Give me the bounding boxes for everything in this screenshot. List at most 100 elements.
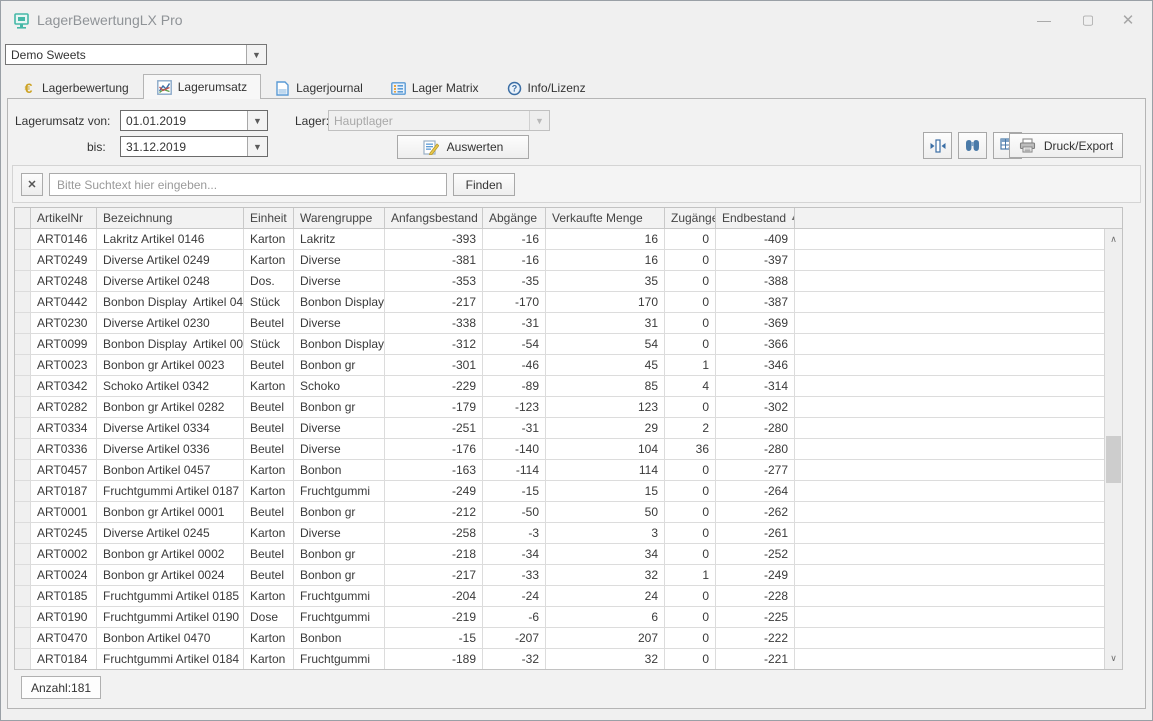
cell-einheit[interactable]: Karton [244,250,294,270]
cell-verkaufte-menge[interactable]: 32 [546,565,665,585]
cell-warengruppe[interactable]: Bonbon Display [294,334,385,354]
table-row[interactable]: ART0342Schoko Artikel 0342KartonSchoko-2… [15,376,1122,397]
cell-zugaenge[interactable]: 36 [665,439,716,459]
cell-zugaenge[interactable]: 1 [665,355,716,375]
date-from-field[interactable]: 01.01.2019 ▼ [120,110,268,131]
cell-anfangsbestand[interactable]: -381 [385,250,483,270]
row-selector[interactable] [15,586,31,606]
cell-einheit[interactable]: Karton [244,229,294,249]
cell-bezeichnung[interactable]: Lakritz Artikel 0146 [97,229,244,249]
cell-warengruppe[interactable]: Diverse [294,250,385,270]
cell-warengruppe[interactable]: Bonbon gr [294,397,385,417]
cell-anfangsbestand[interactable]: -218 [385,544,483,564]
row-selector[interactable] [15,649,31,669]
row-selector[interactable] [15,250,31,270]
cell-bezeichnung[interactable]: Bonbon gr Artikel 0023 [97,355,244,375]
cell-endbestand[interactable]: -388 [716,271,795,291]
cell-anfangsbestand[interactable]: -15 [385,628,483,648]
cell-endbestand[interactable]: -409 [716,229,795,249]
cell-verkaufte-menge[interactable]: 35 [546,271,665,291]
cell-verkaufte-menge[interactable]: 45 [546,355,665,375]
tab-lager-matrix[interactable]: Lager Matrix [377,76,493,99]
cell-einheit[interactable]: Dos. [244,271,294,291]
cell-warengruppe[interactable]: Bonbon Display [294,292,385,312]
table-row[interactable]: ART0185Fruchtgummi Artikel 0185KartonFru… [15,586,1122,607]
cell-endbestand[interactable]: -262 [716,502,795,522]
cell-anfangsbestand[interactable]: -176 [385,439,483,459]
cell-artikelnr[interactable]: ART0001 [31,502,97,522]
close-button[interactable]: ✕ [1106,1,1150,39]
cell-zugaenge[interactable]: 0 [665,334,716,354]
cell-einheit[interactable]: Stück [244,334,294,354]
cell-artikelnr[interactable]: ART0470 [31,628,97,648]
cell-abgaenge[interactable]: -50 [483,502,546,522]
cell-anfangsbestand[interactable]: -312 [385,334,483,354]
cell-zugaenge[interactable]: 0 [665,607,716,627]
cell-endbestand[interactable]: -314 [716,376,795,396]
row-selector[interactable] [15,439,31,459]
cell-bezeichnung[interactable]: Bonbon gr Artikel 0002 [97,544,244,564]
minimize-button[interactable]: — [1022,1,1066,39]
cell-endbestand[interactable]: -225 [716,607,795,627]
cell-abgaenge[interactable]: -16 [483,250,546,270]
cell-einheit[interactable]: Beutel [244,544,294,564]
mandant-select[interactable]: Demo Sweets ▼ [5,44,267,65]
cell-zugaenge[interactable]: 0 [665,523,716,543]
cell-einheit[interactable]: Beutel [244,565,294,585]
table-row[interactable]: ART0187Fruchtgummi Artikel 0187KartonFru… [15,481,1122,502]
cell-warengruppe[interactable]: Fruchtgummi [294,481,385,501]
finden-button[interactable]: Finden [453,173,515,196]
table-row[interactable]: ART0248Diverse Artikel 0248Dos.Diverse-3… [15,271,1122,292]
row-selector[interactable] [15,397,31,417]
cell-abgaenge[interactable]: -15 [483,481,546,501]
cell-abgaenge[interactable]: -35 [483,271,546,291]
column-header-zugaenge[interactable]: Zugänge [665,208,716,228]
cell-verkaufte-menge[interactable]: 16 [546,229,665,249]
cell-zugaenge[interactable]: 0 [665,292,716,312]
cell-bezeichnung[interactable]: Diverse Artikel 0249 [97,250,244,270]
cell-abgaenge[interactable]: -207 [483,628,546,648]
cell-einheit[interactable]: Beutel [244,397,294,417]
cell-warengruppe[interactable]: Diverse [294,523,385,543]
cell-einheit[interactable]: Karton [244,649,294,669]
cell-artikelnr[interactable]: ART0457 [31,460,97,480]
cell-zugaenge[interactable]: 0 [665,628,716,648]
cell-abgaenge[interactable]: -140 [483,439,546,459]
table-row[interactable]: ART0190Fruchtgummi Artikel 0190DoseFruch… [15,607,1122,628]
cell-artikelnr[interactable]: ART0146 [31,229,97,249]
cell-zugaenge[interactable]: 0 [665,460,716,480]
table-row[interactable]: ART0023Bonbon gr Artikel 0023BeutelBonbo… [15,355,1122,376]
row-selector[interactable] [15,502,31,522]
table-row[interactable]: ART0184Fruchtgummi Artikel 0184KartonFru… [15,649,1122,670]
cell-anfangsbestand[interactable]: -229 [385,376,483,396]
auswerten-button[interactable]: Auswerten [397,135,529,159]
cell-anfangsbestand[interactable]: -353 [385,271,483,291]
table-row[interactable]: ART0442Bonbon Display Artikel 0442StückB… [15,292,1122,313]
tab-lagerumsatz[interactable]: Lagerumsatz [143,74,261,99]
cell-endbestand[interactable]: -261 [716,523,795,543]
druck-export-button[interactable]: Druck/Export [1009,133,1123,158]
cell-endbestand[interactable]: -277 [716,460,795,480]
cell-zugaenge[interactable]: 0 [665,481,716,501]
cell-zugaenge[interactable]: 0 [665,502,716,522]
cell-bezeichnung[interactable]: Bonbon gr Artikel 0282 [97,397,244,417]
cell-einheit[interactable]: Beutel [244,502,294,522]
row-selector[interactable] [15,313,31,333]
cell-warengruppe[interactable]: Fruchtgummi [294,607,385,627]
cell-einheit[interactable]: Dose [244,607,294,627]
table-row[interactable]: ART0001Bonbon gr Artikel 0001BeutelBonbo… [15,502,1122,523]
row-selector[interactable] [15,271,31,291]
cell-endbestand[interactable]: -387 [716,292,795,312]
cell-anfangsbestand[interactable]: -217 [385,292,483,312]
cell-artikelnr[interactable]: ART0336 [31,439,97,459]
cell-artikelnr[interactable]: ART0442 [31,292,97,312]
cell-abgaenge[interactable]: -34 [483,544,546,564]
column-header-einheit[interactable]: Einheit [244,208,294,228]
row-selector[interactable] [15,292,31,312]
cell-endbestand[interactable]: -346 [716,355,795,375]
cell-abgaenge[interactable]: -31 [483,313,546,333]
cell-abgaenge[interactable]: -46 [483,355,546,375]
cell-warengruppe[interactable]: Bonbon [294,460,385,480]
cell-abgaenge[interactable]: -31 [483,418,546,438]
table-row[interactable]: ART0334Diverse Artikel 0334BeutelDiverse… [15,418,1122,439]
